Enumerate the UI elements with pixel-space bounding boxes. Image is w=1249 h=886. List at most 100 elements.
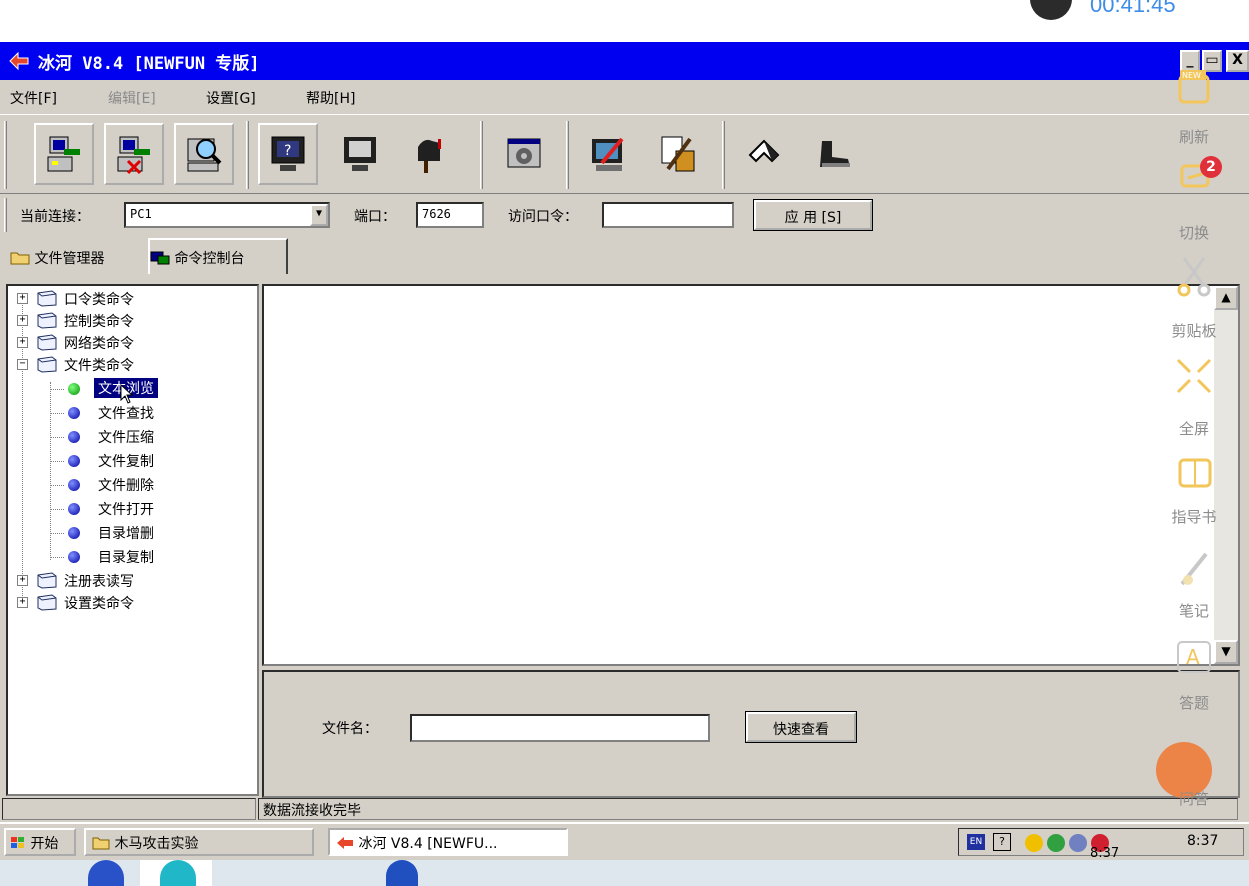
tree-item-text-view[interactable]: 文本浏览: [8, 378, 257, 404]
expand-icon[interactable]: +: [17, 337, 28, 348]
close-button[interactable]: X: [1226, 50, 1249, 72]
node-blue-icon: [68, 479, 80, 491]
taskbar-item-app[interactable]: 冰河 V8.4 [NEWFU...: [328, 828, 568, 856]
tree-item-file-compress[interactable]: 文件压缩: [8, 426, 257, 448]
tab-command-console[interactable]: 命令控制台: [148, 238, 288, 274]
add-host-button[interactable]: [34, 123, 94, 185]
window-title: 冰河 V8.4 [NEWFUN 专版]: [38, 54, 260, 74]
title-bar[interactable]: 冰河 V8.4 [NEWFUN 专版] _ ▭ X: [0, 42, 1249, 80]
expand-icon[interactable]: +: [17, 597, 28, 608]
tree-item-file-delete[interactable]: 文件删除: [8, 474, 257, 496]
taskbar-item-folder[interactable]: 木马攻击实验: [84, 828, 314, 856]
tree-item-label: 文件查找: [98, 406, 154, 422]
notes-label: 笔记: [1178, 602, 1209, 620]
current-connection-select[interactable]: PC1 ▼: [124, 202, 330, 228]
tree-item-settings-commands[interactable]: + 设置类命令: [8, 592, 257, 614]
screen-capture-button[interactable]: ?: [258, 123, 318, 185]
settings-button[interactable]: [494, 123, 554, 185]
dock-app-icon[interactable]: [88, 860, 124, 886]
mailbox-icon: [418, 139, 441, 173]
guide-label: 指导书: [1171, 508, 1217, 526]
tree-item-file-commands[interactable]: − 文件类命令: [8, 354, 257, 376]
menu-file[interactable]: 文件[F]: [10, 88, 57, 108]
tree-item-label: 文件复制: [98, 454, 154, 470]
toolbar-grip: [4, 121, 7, 189]
expand-icon[interactable]: +: [17, 315, 28, 326]
timer-icon: [1030, 0, 1072, 20]
expand-icon[interactable]: +: [17, 575, 28, 586]
screen-control-button[interactable]: [330, 123, 390, 185]
tree-item-dir-copy[interactable]: 目录复制: [8, 546, 257, 568]
monitor-pen-icon: [592, 137, 624, 171]
tree-item-label: 注册表读写: [64, 574, 134, 590]
console-icon: [150, 251, 170, 265]
tree-item-file-open[interactable]: 文件打开: [8, 498, 257, 520]
node-blue-icon: [68, 431, 80, 443]
node-green-icon: [68, 383, 80, 395]
tree-item-label: 口令类命令: [64, 292, 134, 308]
language-indicator[interactable]: EN: [967, 834, 985, 850]
password-field[interactable]: [602, 202, 734, 228]
current-connection-label: 当前连接：: [20, 209, 90, 225]
tree-item-label: 设置类命令: [64, 596, 134, 612]
tab-file-manager-label: 文件管理器: [34, 251, 105, 267]
configure-server-button[interactable]: [578, 123, 638, 185]
qa-label: 问答: [1178, 790, 1209, 808]
scissors-icon: [1177, 257, 1211, 297]
chevron-down-icon[interactable]: ▼: [310, 204, 328, 226]
folder-icon: [37, 312, 57, 329]
tree-item-control-commands[interactable]: + 控制类命令: [8, 310, 257, 332]
tree-item-label: 目录增删: [98, 526, 154, 542]
tree-item-label: 文件压缩: [98, 430, 154, 446]
remove-host-button[interactable]: [104, 123, 164, 185]
network-icon[interactable]: [1047, 834, 1065, 852]
menu-settings[interactable]: 设置[G]: [206, 88, 256, 108]
volume-icon[interactable]: [1069, 834, 1087, 852]
gear-window-icon: [507, 138, 541, 168]
exit-button[interactable]: [804, 123, 864, 185]
command-tree: + 口令类命令 + 控制类命令 + 网络类命令 − 文件类命令 文本浏览: [6, 284, 259, 796]
port-field[interactable]: 7626: [416, 202, 484, 228]
book-icon: [1178, 458, 1212, 488]
expand-icon[interactable]: +: [17, 293, 28, 304]
app-window: 冰河 V8.4 [NEWFUN 专版] _ ▭ X 文件[F] 编辑[E] 设置…: [0, 42, 1249, 860]
node-blue-icon: [68, 455, 80, 467]
search-host-button[interactable]: [174, 123, 234, 185]
filename-input[interactable]: [410, 714, 710, 742]
new-badge: NEW: [1182, 71, 1201, 80]
apply-button[interactable]: 应 用 [S]: [753, 199, 873, 231]
menu-edit[interactable]: 编辑[E]: [108, 88, 156, 108]
text-view-area[interactable]: [262, 284, 1240, 666]
quick-view-button[interactable]: 快速查看: [745, 711, 857, 743]
mail-button[interactable]: [400, 123, 460, 185]
tree-item-file-copy[interactable]: 文件复制: [8, 450, 257, 472]
boot-icon: [820, 141, 850, 167]
menu-help[interactable]: 帮助[H]: [306, 88, 355, 108]
monitor-question-icon: ?: [271, 136, 305, 171]
toolbar-grip: [4, 198, 7, 232]
toolbar-separator: [246, 121, 249, 189]
tree-item-password-commands[interactable]: + 口令类命令: [8, 288, 257, 310]
taskbar: 开始 木马攻击实验 冰河 V8.4 [NEWFU... EN ? 8:37: [0, 822, 1249, 860]
menu-bar: 文件[F] 编辑[E] 设置[G] 帮助[H]: [0, 80, 1249, 112]
help-icon[interactable]: ?: [993, 833, 1011, 851]
node-blue-icon: [68, 551, 80, 563]
tree-item-dir-add-delete[interactable]: 目录增删: [8, 522, 257, 544]
tree-item-network-commands[interactable]: + 网络类命令: [8, 332, 257, 354]
start-button[interactable]: 开始: [4, 828, 76, 856]
folder-icon: [10, 252, 30, 265]
refresh-label: 刷新: [1178, 128, 1209, 146]
dock-app-icon[interactable]: [386, 860, 418, 886]
status-bar: 数据流接收完毕: [0, 798, 1249, 822]
node-blue-icon: [68, 527, 80, 539]
tab-file-manager[interactable]: 文件管理器: [10, 242, 146, 272]
shield-icon[interactable]: [1025, 834, 1043, 852]
tree-item-registry-commands[interactable]: + 注册表读写: [8, 570, 257, 592]
tree-item-file-find[interactable]: 文件查找: [8, 402, 257, 424]
tools-button[interactable]: [648, 123, 708, 185]
svg-text:A: A: [1186, 645, 1200, 669]
answer-label: 答题: [1178, 694, 1209, 712]
windows-logo-icon: [11, 837, 24, 848]
collapse-icon[interactable]: −: [17, 359, 28, 370]
home-button[interactable]: [734, 123, 794, 185]
